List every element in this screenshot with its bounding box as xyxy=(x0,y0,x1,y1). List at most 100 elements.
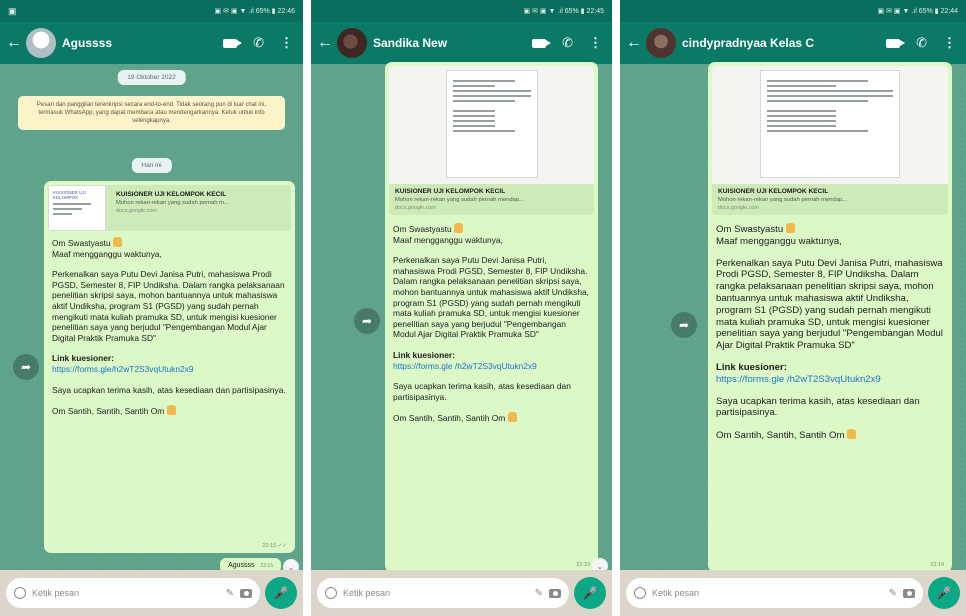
message-bubble[interactable]: KUISIONER UJI KELOMPOK KECIL Mohon rekan… xyxy=(385,62,598,572)
link-preview-card[interactable]: KUISIONER UJI KELOMPOK KECIL Mohon rekan… xyxy=(712,66,948,215)
camera-icon[interactable] xyxy=(240,588,252,598)
mic-icon: 🎤 xyxy=(273,586,289,600)
message-body: Perkenalkan saya Putu Devi Janisa Putri,… xyxy=(716,257,946,352)
attach-icon[interactable]: ✎ xyxy=(889,588,897,599)
message-bubble[interactable]: KUISIONER UJI KELOMPOK KUISIONER UJI KEL… xyxy=(44,181,295,553)
chat-area[interactable]: 19 Oktober 2022 Pesan dan panggilan tere… xyxy=(0,64,303,575)
questionnaire-link[interactable]: https://forms.gle /h2wT2S3vqUtukn2x9 xyxy=(708,374,952,386)
forward-icon[interactable]: ➦ xyxy=(671,312,697,338)
message-composer: Ketik pesan ✎ 🎤 xyxy=(0,570,303,616)
link-label: Link kuesioner: xyxy=(716,361,787,373)
more-options-icon[interactable]: ⋮ xyxy=(943,35,956,51)
message-body: Perkenalkan saya Putu Devi Janisa Putri,… xyxy=(393,255,592,340)
screenshot-collage: ▣ ▣ ✉ ▣ ▼ .ıl 65% ▮ 22:46 ← Agussss ✆ ⋮ … xyxy=(0,0,966,616)
message-time: 22:14 xyxy=(930,562,944,568)
link-preview-description: Mohon rekan-rekan yang sudah pernah mend… xyxy=(395,197,524,203)
attach-icon[interactable]: ✎ xyxy=(226,588,234,599)
message-greeting: Om Swastyastu xyxy=(716,224,784,235)
link-label: Link kuesioner: xyxy=(52,353,114,364)
attach-icon[interactable]: ✎ xyxy=(535,588,543,599)
contact-name[interactable]: cindypradnyaa Kelas C xyxy=(682,36,880,50)
message-input[interactable]: Ketik pesan ✎ xyxy=(6,578,260,608)
praying-hands-icon xyxy=(847,429,857,440)
emoji-icon[interactable] xyxy=(634,587,646,599)
message-closing: Om Santih, Santih, Santih Om xyxy=(716,430,845,442)
status-indicators: ▣ ✉ ▣ ▼ .ıl 65% ▮ 22:44 xyxy=(877,8,958,15)
voice-call-icon[interactable]: ✆ xyxy=(562,35,573,51)
link-preview-description: Mohon rekan-rekan yang sudah pernah m... xyxy=(116,200,229,206)
message-composer: Ketik pesan ✎ 🎤 xyxy=(311,570,612,616)
mic-button[interactable]: 🎤 xyxy=(265,577,297,609)
notification-icon: ▣ xyxy=(8,5,17,16)
more-options-icon[interactable]: ⋮ xyxy=(280,35,293,51)
praying-hands-icon xyxy=(507,412,517,423)
avatar[interactable] xyxy=(646,28,676,58)
message-placeholder[interactable]: Ketik pesan xyxy=(343,588,529,598)
video-call-icon[interactable] xyxy=(886,38,906,48)
message-placeholder[interactable]: Ketik pesan xyxy=(652,588,883,598)
message-time: 22:33 xyxy=(576,562,590,568)
back-arrow-icon[interactable]: ← xyxy=(626,34,642,52)
forward-icon[interactable]: ➦ xyxy=(354,308,380,334)
link-preview-card[interactable]: KUISIONER UJI KELOMPOK KECIL Mohon rekan… xyxy=(389,66,594,215)
link-preview-card[interactable]: KUISIONER UJI KELOMPOK KUISIONER UJI KEL… xyxy=(48,185,291,231)
praying-hands-icon xyxy=(112,237,122,247)
today-divider: Hari ini xyxy=(131,158,172,173)
contact-name[interactable]: Sandika New xyxy=(373,36,526,50)
link-preview-title: KUISIONER UJI KELOMPOK KECIL xyxy=(395,188,506,195)
emoji-icon[interactable] xyxy=(14,587,26,599)
camera-icon[interactable] xyxy=(903,588,915,598)
back-arrow-icon[interactable]: ← xyxy=(317,34,333,52)
chat-header: ← Agussss ✆ ⋮ xyxy=(0,22,303,64)
avatar[interactable] xyxy=(337,28,367,58)
status-indicators: ▣ ✉ ▣ ▼ .ıl 65% ▮ 22:45 xyxy=(523,8,604,15)
chat-header: ← Sandika New ✆ ⋮ xyxy=(311,22,612,64)
link-preview-thumbnail: KUISIONER UJI KELOMPOK xyxy=(48,185,106,231)
forward-icon[interactable]: ➦ xyxy=(13,354,39,380)
status-bar: ▣ ✉ ▣ ▼ .ıl 65% ▮ 22:45 xyxy=(311,0,612,22)
message-closing: Om Santih, Santih, Santih Om xyxy=(52,406,165,417)
message-placeholder[interactable]: Ketik pesan xyxy=(32,588,220,598)
avatar[interactable] xyxy=(26,28,56,58)
link-preview-domain: docs.google.com xyxy=(395,205,436,211)
message-composer: Ketik pesan ✎ 🎤 xyxy=(620,570,966,616)
message-bubble[interactable]: KUISIONER UJI KELOMPOK KECIL Mohon rekan… xyxy=(708,62,952,572)
reply-text: Agussss xyxy=(228,562,255,569)
message-line-apology: Maaf mengganggu waktunya, xyxy=(716,235,842,247)
reply-time: 22:15 xyxy=(260,563,273,569)
questionnaire-link[interactable]: https://forms.gle /h2wT2S3vqUtukn2x9 xyxy=(385,361,598,372)
message-greeting: Om Swastyastu xyxy=(393,224,452,234)
voice-call-icon[interactable]: ✆ xyxy=(916,35,927,51)
voice-call-icon[interactable]: ✆ xyxy=(253,35,264,51)
contact-name[interactable]: Agussss xyxy=(62,36,217,50)
message-input[interactable]: Ketik pesan ✎ xyxy=(626,578,923,608)
mic-icon: 🎤 xyxy=(936,586,952,600)
phone-chat-cindypradnyaa: ▣ ✉ ▣ ▼ .ıl 65% ▮ 22:44 ← cindypradnyaa … xyxy=(620,0,966,616)
mic-button[interactable]: 🎤 xyxy=(574,577,606,609)
message-thanks: Saya ucapkan terima kasih, atas kesediaa… xyxy=(52,384,286,395)
video-call-icon[interactable] xyxy=(223,38,243,48)
message-thanks: Saya ucapkan terima kasih, atas kesediaa… xyxy=(716,395,923,419)
praying-hands-icon xyxy=(166,405,176,416)
emoji-icon[interactable] xyxy=(325,587,337,599)
message-thanks: Saya ucapkan terima kasih, atas kesediaa… xyxy=(393,381,574,402)
thumbnail-caption: KUISIONER UJI KELOMPOK xyxy=(53,190,86,200)
message-input[interactable]: Ketik pesan ✎ xyxy=(317,578,569,608)
more-options-icon[interactable]: ⋮ xyxy=(589,35,602,51)
camera-icon[interactable] xyxy=(549,588,561,598)
encryption-notice[interactable]: Pesan dan panggilan terenkripsi secara e… xyxy=(18,96,285,130)
questionnaire-link[interactable]: https://forms.gle/h2wT2S3vqUtukn2x9 xyxy=(44,364,295,375)
link-preview-title: KUISIONER UJI KELOMPOK KECIL xyxy=(718,188,829,195)
link-preview-domain: docs.google.com xyxy=(116,208,157,214)
chat-area[interactable]: KUISIONER UJI KELOMPOK KECIL Mohon rekan… xyxy=(620,62,966,572)
status-bar: ▣ ✉ ▣ ▼ .ıl 65% ▮ 22:44 xyxy=(620,0,966,22)
message-body: Perkenalkan saya Putu Devi Janisa Putri,… xyxy=(52,269,287,343)
video-call-icon[interactable] xyxy=(532,38,552,48)
link-preview-title: KUISIONER UJI KELOMPOK KECIL xyxy=(116,191,227,198)
message-time: 22:15 ✓✓ xyxy=(262,543,287,549)
chat-area[interactable]: KUISIONER UJI KELOMPOK KECIL Mohon rekan… xyxy=(311,62,612,574)
phone-chat-agussss: ▣ ▣ ✉ ▣ ▼ .ıl 65% ▮ 22:46 ← Agussss ✆ ⋮ … xyxy=(0,0,303,616)
back-arrow-icon[interactable]: ← xyxy=(6,34,22,52)
date-divider: 19 Oktober 2022 xyxy=(117,70,186,85)
mic-button[interactable]: 🎤 xyxy=(928,577,960,609)
